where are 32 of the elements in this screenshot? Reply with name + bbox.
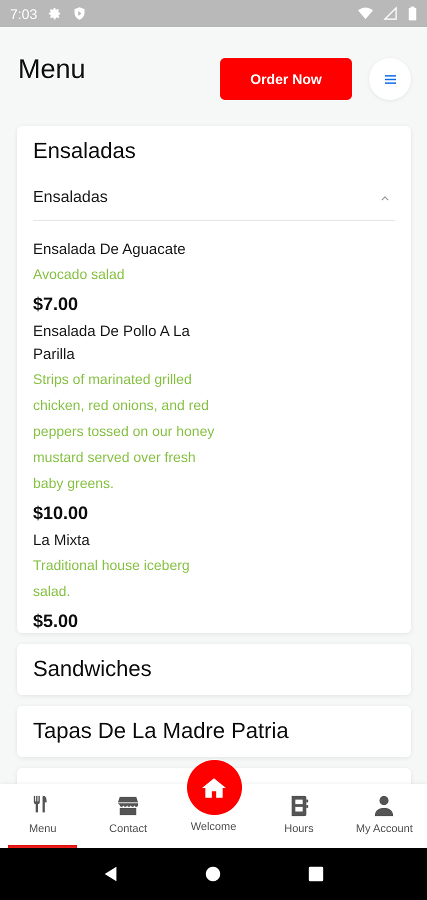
item-price: $5.00 [33, 610, 80, 633]
battery-icon [408, 6, 417, 21]
gear-icon [47, 6, 62, 21]
nav-tab[interactable]: Hours [264, 784, 334, 848]
shield-icon [72, 6, 88, 21]
wifi-icon [358, 6, 373, 21]
section-title[interactable]: Ensaladas [33, 126, 395, 176]
nav-label[interactable]: Welcome [190, 821, 236, 833]
item-name: Ensalada De Pollo A La Parilla [33, 322, 191, 365]
person-icon [373, 795, 396, 817]
order-now-button[interactable]: Order Now [220, 58, 352, 100]
menu-button[interactable] [369, 58, 411, 100]
item-name: Ensalada De Aguacate [33, 240, 187, 260]
subsection-title: Ensaladas [33, 189, 108, 207]
home-circle-icon[interactable] [204, 865, 222, 883]
item-description: Strips of marinated grilled chicken, red onions, and red peppers tossed on our honey mustard served over fresh baby greens. [33, 370, 216, 493]
subsection-header[interactable]: Ensaladas [33, 176, 395, 221]
clock: 7:03 [10, 6, 38, 22]
page-title: Menu [18, 54, 87, 84]
nav-tab[interactable]: My Account [350, 784, 420, 848]
item-price: $7.00 [33, 293, 80, 316]
section-title[interactable]: Tapas De La Madre Patria [33, 706, 395, 757]
recents-icon[interactable] [306, 865, 325, 883]
nav-tab[interactable]: Contact [93, 784, 163, 848]
item-name: La Mixta [33, 531, 91, 551]
signal-icon [383, 6, 398, 21]
store-icon [117, 795, 140, 817]
item-description: Traditional house iceberg salad. [33, 556, 191, 601]
item-description: Avocado salad [33, 265, 126, 284]
menu-icon [384, 74, 396, 84]
item-price: $10.00 [33, 502, 90, 525]
section-title[interactable]: Sandwiches [33, 644, 395, 695]
